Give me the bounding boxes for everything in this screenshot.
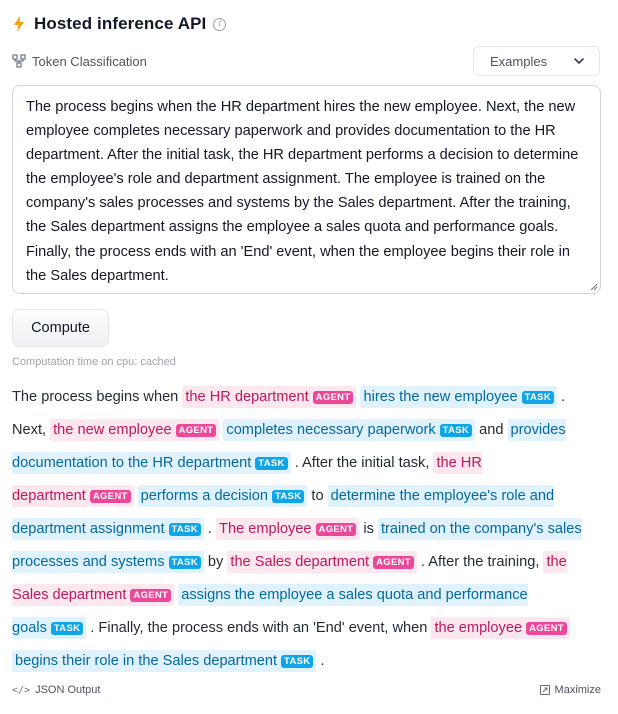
entity-text: the Sales department (230, 554, 370, 570)
entity-text: hires the new employee (363, 389, 518, 405)
maximize-label: Maximize (554, 684, 601, 696)
json-output-toggle[interactable]: </> JSON Output (12, 684, 100, 696)
output-text: . Finally, the process ends with an 'End… (86, 620, 432, 636)
computation-time: Computation time on cpu: cached (12, 356, 176, 368)
task-tag: TASK (168, 556, 201, 569)
output-text: The process begins when (12, 389, 183, 405)
chevron-down-icon (574, 58, 584, 64)
task-tag: TASK (50, 622, 84, 635)
widget-title: Hosted inference API (34, 14, 207, 33)
task-entity: completes necessary paperwork TASK (223, 419, 476, 441)
task-entity: hires the new employee TASK (360, 386, 557, 408)
output-text: by (203, 554, 228, 570)
entity-text: completes necessary paperwork (226, 422, 436, 438)
entity-text: performs a decision (140, 488, 268, 504)
agent-entity: the employee AGENT (431, 617, 570, 639)
input-text: The process begins when the HR departmen… (26, 99, 579, 284)
agent-tag: AGENT (373, 556, 414, 569)
token-classification-output: The process begins when the HR departmen… (12, 381, 602, 678)
output-text: . (316, 653, 325, 669)
agent-entity: the HR department AGENT (182, 386, 357, 408)
agent-tag: AGENT (526, 622, 567, 635)
maximize-button[interactable]: Maximize (539, 684, 601, 696)
agent-entity: The employee AGENT (216, 518, 360, 540)
task-entity: begins their role in the Sales departmen… (12, 650, 317, 672)
agent-tag: AGENT (175, 424, 217, 437)
task-tag: TASK (281, 655, 314, 668)
task-tag: TASK (168, 523, 201, 536)
task-type: Token Classification (12, 52, 147, 70)
output-text: . After the initial task, (290, 455, 434, 471)
entity-text: The employee (219, 521, 312, 537)
entity-text: the employee (434, 620, 523, 636)
agent-tag: AGENT (130, 589, 172, 602)
input-textarea[interactable]: The process begins when the HR departmen… (12, 85, 601, 294)
task-tag: TASK (255, 457, 288, 470)
task-tag: TASK (272, 490, 305, 503)
examples-label: Examples (490, 53, 548, 69)
output-text: and (475, 422, 508, 438)
examples-dropdown[interactable]: Examples (473, 46, 600, 76)
agent-entity: the Sales department AGENT (227, 551, 417, 573)
info-icon[interactable]: i (213, 17, 227, 31)
agent-tag: AGENT (315, 523, 357, 536)
output-text: . (203, 521, 217, 537)
compute-button[interactable]: Compute (12, 309, 109, 347)
task-label: Token Classification (32, 53, 147, 69)
entity-text: begins their role in the Sales departmen… (15, 653, 278, 669)
agent-entity: the new employee AGENT (50, 419, 220, 441)
lightning-icon (14, 16, 24, 32)
task-tag: TASK (521, 391, 554, 404)
agent-tag: AGENT (89, 490, 131, 503)
widget-header: Hosted inference API i (12, 12, 227, 36)
code-icon: </> (12, 684, 31, 696)
maximize-icon (539, 685, 550, 695)
entity-text: the HR department (185, 389, 309, 405)
output-text: is (359, 521, 378, 537)
json-output-label: JSON Output (35, 684, 101, 696)
resize-handle-icon[interactable] (588, 281, 598, 291)
token-classification-icon (12, 54, 26, 68)
agent-tag: AGENT (312, 391, 354, 404)
output-text: to (307, 488, 328, 504)
task-entity: performs a decision TASK (137, 485, 308, 507)
entity-text: the new employee (53, 422, 172, 438)
output-text: . After the training, (416, 554, 544, 570)
task-tag: TASK (439, 424, 473, 437)
